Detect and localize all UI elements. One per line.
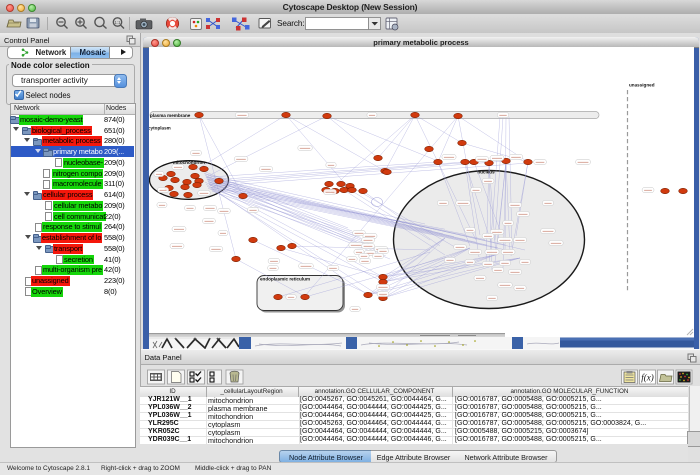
svg-text:endoplasmic reticulum: endoplasmic reticulum [260, 277, 310, 282]
svg-text:cytoplasm: cytoplasm [149, 126, 171, 131]
svg-text:f(x): f(x) [641, 373, 654, 383]
svg-text:nucleus: nucleus [477, 170, 495, 175]
svg-text:plasma membrane: plasma membrane [150, 113, 191, 118]
svg-text:unassigned: unassigned [629, 83, 655, 88]
svg-text:Search:: Search: [277, 19, 305, 28]
svg-text:mitochondrion: mitochondrion [173, 160, 205, 165]
